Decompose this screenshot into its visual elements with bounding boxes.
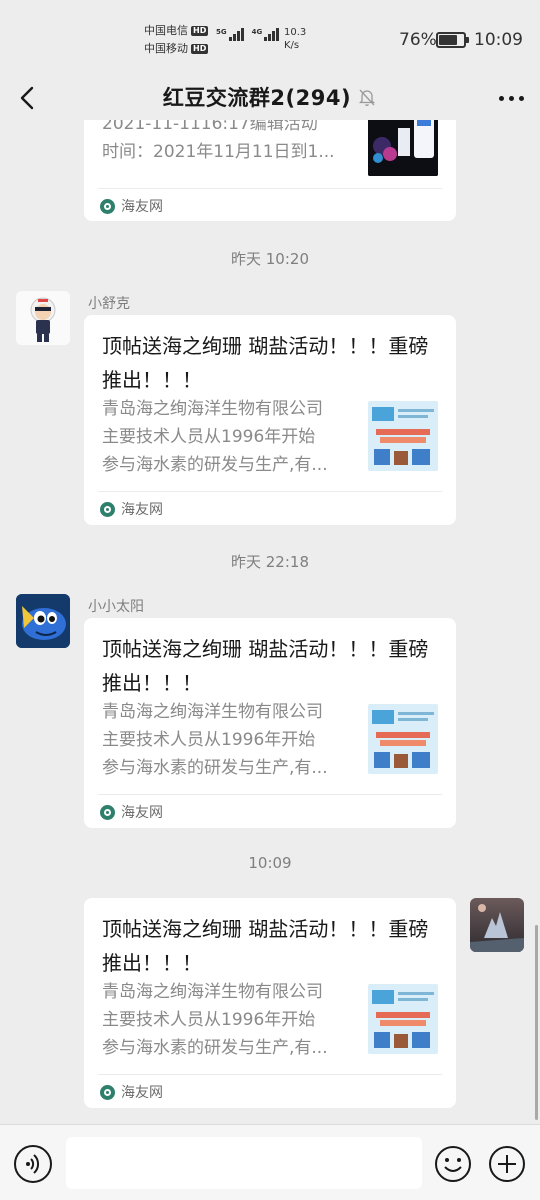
link-card[interactable]: 顶帖送海之绚珊 瑚盐活动！！！重磅推出！！！ 青岛海之绚海洋生物有限公司 主要技… [84,618,456,828]
more-icon-dot [518,95,524,101]
card-source-name: 海友网 [121,1085,163,1101]
card-desc-line: 参与海水素的研发与生产,有... [102,758,328,778]
card-description: 青岛海之绚海洋生物有限公司 主要技术人员从1996年开始 参与海水素的研发与生产… [102,395,362,479]
card-desc-line: 青岛海之绚海洋生物有限公司 [102,702,323,722]
battery-icon [436,32,469,48]
emoji-icon [435,1146,471,1182]
plus-icon [489,1146,525,1182]
card-divider [98,794,442,795]
avatar[interactable] [16,291,70,345]
network-speed-unit: K/s [284,40,300,51]
network-type-2: 4G [251,28,263,36]
card-desc-line: 主要技术人员从1996年开始 [102,1010,316,1030]
hd-badge: HD [191,26,209,36]
carrier-info: 中国电信 HD 中国移动 HD [144,22,209,58]
card-desc-line: 时间：2021年11月11日到1... [102,142,335,162]
avatar[interactable] [16,594,70,648]
card-divider [98,491,442,492]
card-title: 顶帖送海之绚珊 瑚盐活动！！！重磅推出！！！ [102,334,429,392]
battery-percent: 76% [399,30,437,50]
card-source: 海友网 [100,499,163,519]
message-input[interactable] [66,1137,422,1189]
voice-icon [26,1154,40,1174]
card-title: 顶帖送海之绚珊 瑚盐活动！！！重磅推出！！！ [102,637,429,695]
source-logo-icon [100,198,115,214]
card-desc-line: 2021-11-1116:17编辑活动 [102,120,318,134]
card-source: 海友网 [100,1082,163,1102]
source-logo-icon [100,501,115,517]
card-source: 海友网 [100,802,163,822]
card-source-name: 海友网 [121,805,163,821]
source-logo-icon [100,1084,115,1100]
card-divider [98,1074,442,1075]
message-timestamp: 昨天 22:18 [231,553,309,571]
card-desc-line: 主要技术人员从1996年开始 [102,730,316,750]
chat-header: 红豆交流群2(294) [0,76,540,120]
chat-title: 红豆交流群2(294) [162,86,352,110]
link-card[interactable]: 2021-11-1116:17编辑活动 时间：2021年11月11日到1... … [84,120,456,221]
status-time: 10:09 [474,30,523,50]
chat-area[interactable]: 2021-11-1116:17编辑活动 时间：2021年11月11日到1... … [0,120,540,1124]
card-desc-line: 主要技术人员从1996年开始 [102,427,316,447]
input-bar [0,1124,540,1200]
carrier-2: 中国移动 [144,42,188,55]
battery-fill [439,35,457,45]
emoji-button[interactable] [434,1145,472,1183]
bell-off-icon [359,89,376,106]
more-icon-dot [508,95,514,101]
signal-4g-icon: 4G [252,28,280,41]
network-speed-value: 10.3 [284,27,307,38]
chat-title-wrap[interactable]: 红豆交流群2(294) [163,82,377,112]
voice-button[interactable] [14,1145,52,1183]
sender-name: 小小太阳 [88,599,144,615]
card-source-name: 海友网 [121,199,163,215]
network-speed: 10.3 K/s [284,26,306,52]
card-description: 青岛海之绚海洋生物有限公司 主要技术人员从1996年开始 参与海水素的研发与生产… [102,978,362,1062]
card-source-name: 海友网 [121,502,163,518]
signal-5g-icon: 5G [216,28,244,41]
card-thumbnail [368,401,438,471]
card-source: 海友网 [100,196,163,216]
card-desc-line: 青岛海之绚海洋生物有限公司 [102,399,323,419]
card-thumbnail [368,704,438,774]
sender-name: 小舒克 [88,296,130,312]
card-description: 青岛海之绚海洋生物有限公司 主要技术人员从1996年开始 参与海水素的研发与生产… [102,698,362,782]
card-thumbnail [368,120,438,176]
network-type-1: 5G [216,28,227,36]
link-card[interactable]: 顶帖送海之绚珊 瑚盐活动！！！重磅推出！！！ 青岛海之绚海洋生物有限公司 主要技… [84,898,456,1108]
status-bar: 中国电信 HD 中国移动 HD 5G 4G 10.3 K/s 76% 10:09 [0,0,540,76]
hd-badge: HD [191,44,209,54]
card-divider [98,188,442,189]
self-avatar[interactable] [470,898,524,952]
link-card[interactable]: 顶帖送海之绚珊 瑚盐活动！！！重磅推出！！！ 青岛海之绚海洋生物有限公司 主要技… [84,315,456,525]
card-desc-line: 参与海水素的研发与生产,有... [102,455,328,475]
message-timestamp: 10:09 [248,854,292,872]
more-icon-dot [498,95,504,101]
more-button[interactable] [494,84,528,112]
chat-scrollbar[interactable] [535,925,538,1120]
card-title: 顶帖送海之绚珊 瑚盐活动！！！重磅推出！！！ [102,917,429,975]
source-logo-icon [100,804,115,820]
card-desc-line: 参与海水素的研发与生产,有... [102,1038,328,1058]
card-desc-line: 青岛海之绚海洋生物有限公司 [102,982,323,1002]
card-description: 2021-11-1116:17编辑活动 时间：2021年11月11日到1... [102,120,362,166]
signal-icons: 5G 4G [216,28,280,41]
message-timestamp: 昨天 10:20 [231,250,309,268]
carrier-1: 中国电信 [144,24,188,37]
add-button[interactable] [488,1145,526,1183]
card-thumbnail [368,984,438,1054]
